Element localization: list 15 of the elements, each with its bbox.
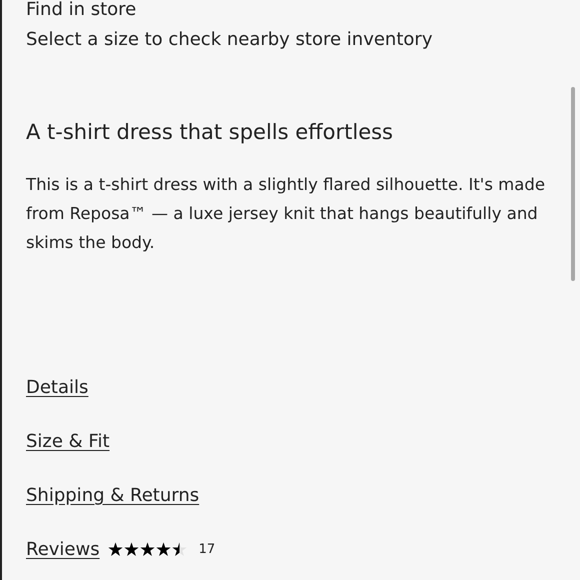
star-icon <box>124 542 139 557</box>
section-link[interactable]: Size & Fit <box>26 429 110 454</box>
review-count: 17 <box>198 540 216 559</box>
store-hint: Select a size to check nearby store inventory <box>26 28 434 52</box>
description-text: This is a t-shirt dress with a slightly flared silhouette. It's made from Reposa™ — a luxe jersey knit that hangs beautifully and skims the body. <box>26 174 546 254</box>
star-icon <box>108 542 123 557</box>
section-title: Find in store <box>26 0 138 21</box>
star-icon <box>156 542 171 557</box>
section-link[interactable]: Reviews <box>26 537 100 562</box>
scrollbar-thumb[interactable] <box>571 87 575 281</box>
section-link[interactable]: Shipping & Returns <box>26 483 200 508</box>
description-heading: A t-shirt dress that spells effortless <box>26 119 394 146</box>
section-link[interactable]: Details <box>26 375 88 400</box>
star-icon <box>172 542 187 557</box>
star-icon <box>140 542 155 557</box>
